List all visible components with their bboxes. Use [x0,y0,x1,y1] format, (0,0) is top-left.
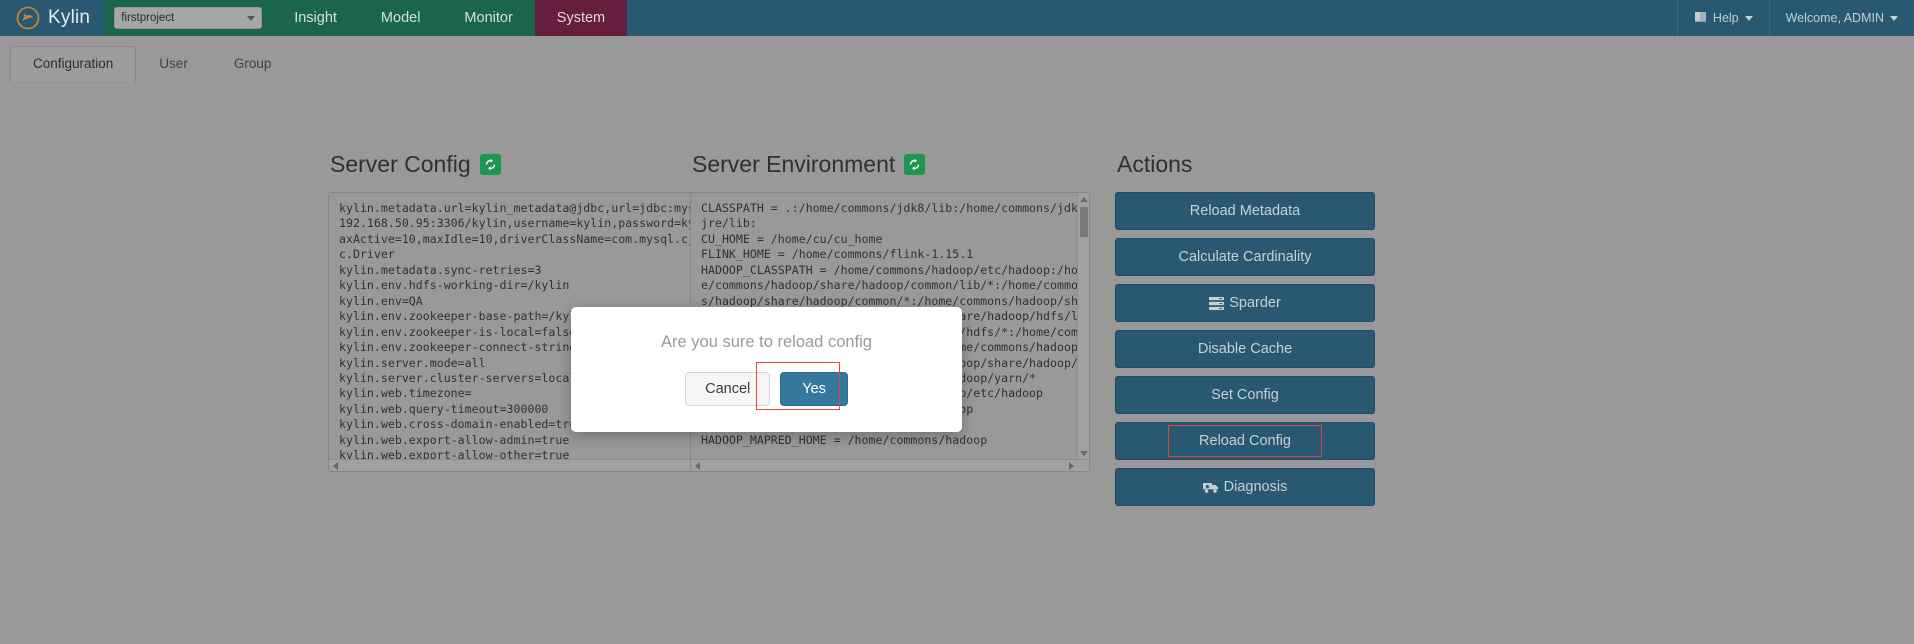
confirm-yes-button[interactable]: Yes [780,372,848,406]
dialog-buttons: Cancel Yes [685,362,848,410]
cancel-button[interactable]: Cancel [685,372,771,406]
confirm-reload-config-dialog: Are you sure to reload config Cancel Yes [571,307,962,432]
dialog-message: Are you sure to reload config [661,333,872,351]
